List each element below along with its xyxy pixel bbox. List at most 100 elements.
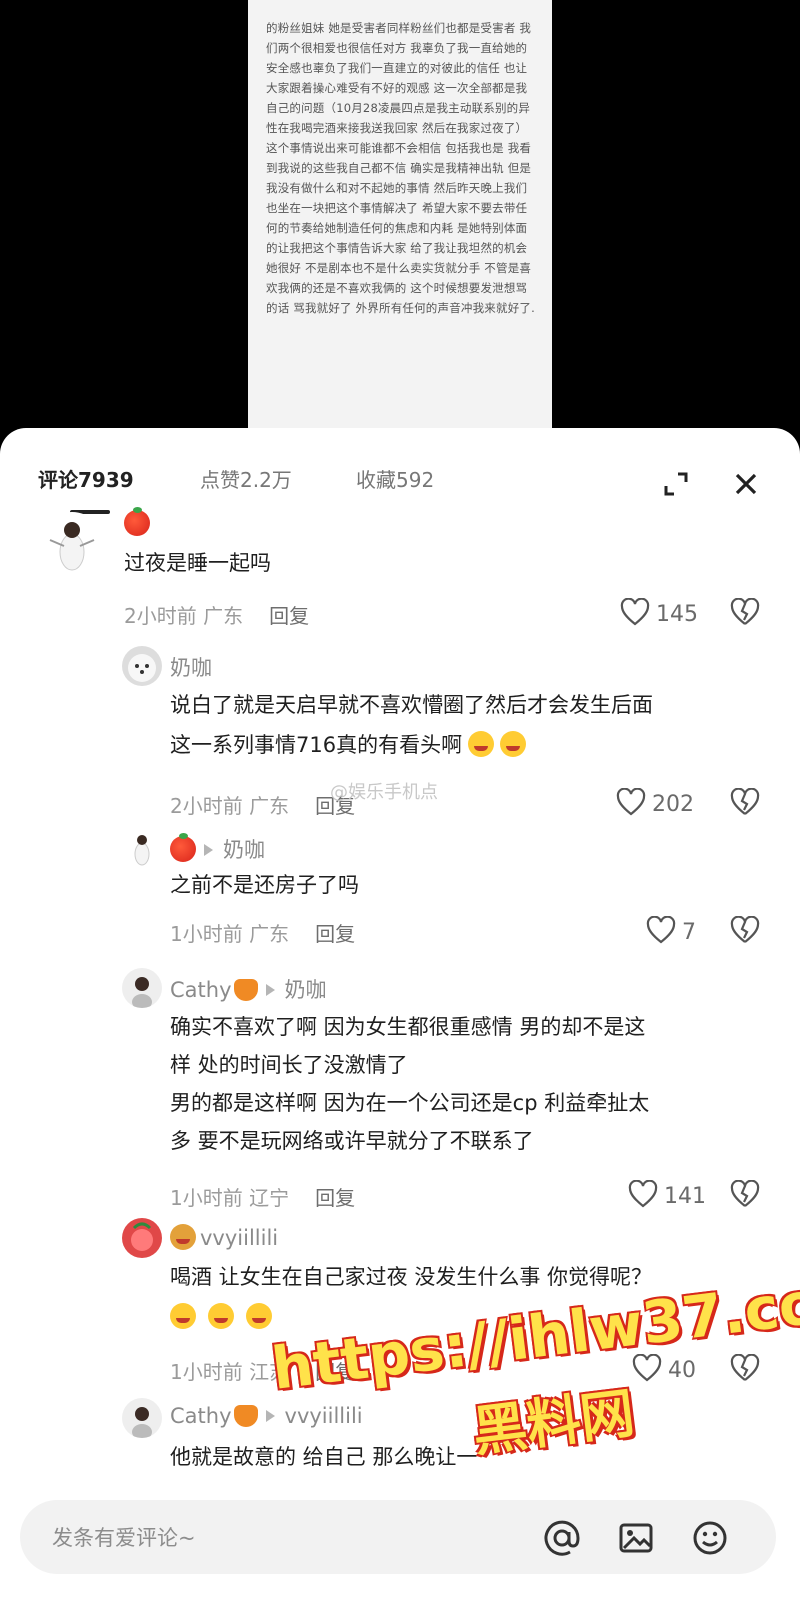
image-icon[interactable] <box>616 1518 656 1558</box>
tab-favorites[interactable]: 收藏592 <box>356 464 434 493</box>
croissant-emoji-icon <box>170 1224 196 1250</box>
close-icon[interactable] <box>730 468 762 500</box>
reply-button[interactable]: 回复 <box>315 922 355 946</box>
broken-heart-icon <box>730 597 760 625</box>
hand-over-mouth-emoji-icon <box>208 1303 234 1329</box>
comment-meta: 1小时前 广东 回复 <box>170 918 355 947</box>
tab-favorites-label: 收藏 <box>356 468 396 492</box>
comment-input[interactable]: 发条有爱评论~ <box>20 1500 776 1574</box>
commenter-name[interactable]: 奶咖 <box>170 652 212 682</box>
avatar[interactable] <box>122 1218 162 1258</box>
dislike-button[interactable] <box>730 787 760 820</box>
hand-over-mouth-emoji-icon <box>246 1303 272 1329</box>
reply-to-name[interactable]: 奶咖 <box>223 838 265 862</box>
comment-text-line: 说白了就是天启早就不喜欢懵圈了然后才会发生后面 <box>170 693 653 717</box>
comment-time: 1小时前 <box>170 1186 243 1210</box>
statement-text: 的粉丝姐妹 她是受害者同样粉丝们也都是受害者 我们两个很相爱也很信任对方 我辜负… <box>266 21 535 315</box>
dislike-button[interactable] <box>730 915 760 948</box>
comment-time: 1小时前 <box>170 922 243 946</box>
comment-text-line: 多 要不是玩网络或许早就分了不联系了 <box>170 1129 534 1153</box>
like-button[interactable]: 145 <box>620 597 698 627</box>
emoji-icon[interactable] <box>690 1518 730 1558</box>
dislike-button[interactable] <box>730 1179 760 1212</box>
comment-time: 1小时前 <box>170 1360 243 1384</box>
like-count: 202 <box>652 792 694 817</box>
reply-button[interactable]: 回复 <box>315 1186 355 1210</box>
commenter-name[interactable]: vvyiillili <box>170 1224 278 1250</box>
comment-text-line: 男的都是这样啊 因为在一个公司还是cp 利益牵扯太 <box>170 1091 650 1115</box>
avatar[interactable] <box>122 968 162 1008</box>
heart-icon <box>620 597 650 626</box>
comment-text-line: 样 处的时间长了没激情了 <box>170 1053 408 1077</box>
statement-document: 的粉丝姐妹 她是受害者同样粉丝们也都是受害者 我们两个很相爱也很信任对方 我辜负… <box>248 0 552 430</box>
reply-arrow-icon <box>265 1410 275 1422</box>
comment-meta: 1小时前 辽宁 回复 <box>170 1182 355 1211</box>
broken-heart-icon <box>730 787 760 815</box>
heart-icon <box>646 915 676 944</box>
comment-time: 2小时前 <box>124 604 197 628</box>
comment-text-line: 确实不喜欢了啊 因为女生都很重感情 男的却不是这 <box>170 1015 646 1039</box>
commenter-name[interactable] <box>124 507 150 536</box>
tomato-emoji-icon[interactable] <box>170 833 196 862</box>
dislike-button[interactable] <box>730 1353 760 1386</box>
avatar[interactable] <box>122 828 162 868</box>
broken-heart-icon <box>730 1179 760 1207</box>
like-button[interactable]: 141 <box>628 1179 706 1209</box>
fox-emoji-icon <box>233 979 258 1001</box>
like-count: 145 <box>656 602 698 627</box>
weibo-watermark: @娱乐手机点 <box>330 782 438 803</box>
comment-text: 喝酒 让女生在自己家过夜 没发生什么事 你觉得呢？ <box>170 1265 653 1289</box>
avatar[interactable] <box>40 512 104 576</box>
like-button[interactable]: 40 <box>632 1353 696 1383</box>
comment-composer: 发条有爱评论~ <box>0 1466 800 1610</box>
comment-location: 广东 <box>249 794 290 818</box>
comment-text-span: 这一系列事情716真的有看头啊 <box>170 733 463 757</box>
comment-emoji-line <box>170 1298 272 1336</box>
comment-item: 过夜是睡一起吗 2小时前 广东 回复 145 <box>0 507 800 638</box>
commenter-name-text: vvyiillili <box>200 1226 279 1250</box>
reply-to-name[interactable]: 奶咖 <box>285 978 327 1002</box>
commenter-name[interactable]: Cathy <box>170 1404 232 1428</box>
like-count: 141 <box>664 1184 706 1209</box>
commenter-name[interactable]: Cathy <box>170 978 232 1002</box>
tab-favorites-count: 592 <box>396 468 435 492</box>
tab-likes-count: 2.2万 <box>240 468 292 492</box>
dislike-button[interactable] <box>730 597 760 630</box>
tab-likes-label: 点赞 <box>200 468 240 492</box>
comment-location: 广东 <box>203 604 244 628</box>
reply-arrow-icon <box>204 844 213 856</box>
reply-arrow-icon <box>265 984 275 996</box>
expand-icon[interactable] <box>660 468 692 500</box>
avatar[interactable] <box>122 1398 162 1438</box>
heart-icon <box>616 787 646 816</box>
reply-to-name[interactable]: vvyiillili <box>285 1404 363 1428</box>
avatar[interactable] <box>122 646 162 686</box>
broken-heart-icon <box>730 1353 760 1381</box>
hand-over-mouth-emoji-icon <box>170 1303 196 1329</box>
like-count: 40 <box>668 1358 696 1383</box>
laughing-emoji-icon <box>500 731 527 757</box>
reply-item: Cathy vvyiillili 他就是故意的 给自己 那么晚让一 <box>0 1398 800 1469</box>
tab-likes[interactable]: 点赞2.2万 <box>200 464 292 493</box>
comment-meta: 2小时前 广东 回复 <box>170 790 355 819</box>
fox-emoji-icon <box>233 1405 258 1427</box>
video-area[interactable]: 的粉丝姐妹 她是受害者同样粉丝们也都是受害者 我们两个很相爱也很信任对方 我辜负… <box>0 0 800 440</box>
like-button[interactable]: 7 <box>646 915 696 945</box>
tab-comments[interactable]: 评论7939 <box>38 464 134 493</box>
reply-header: Cathy 奶咖 <box>170 974 327 1004</box>
like-button[interactable]: 202 <box>616 787 694 817</box>
tab-comments-count: 7939 <box>78 468 134 492</box>
comment-location: 广东 <box>249 922 290 946</box>
comment-meta: 2小时前 广东 回复 <box>124 600 309 629</box>
reply-header: Cathy vvyiillili <box>170 1404 363 1428</box>
comment-time: 2小时前 <box>170 794 243 818</box>
mention-icon[interactable] <box>542 1518 582 1558</box>
tab-comments-label: 评论 <box>38 468 78 492</box>
heart-icon <box>628 1179 658 1208</box>
broken-heart-icon <box>730 915 760 943</box>
reply-header: 奶咖 <box>170 833 265 864</box>
reply-button[interactable]: 回复 <box>269 604 309 628</box>
comment-text: 之前不是还房子了吗 <box>170 873 359 897</box>
comment-location: 辽宁 <box>249 1186 290 1210</box>
reply-item: Cathy 奶咖 确实不喜欢了啊 因为女生都很重感情 男的却不是这 样 处的时间长… <box>0 968 800 1210</box>
